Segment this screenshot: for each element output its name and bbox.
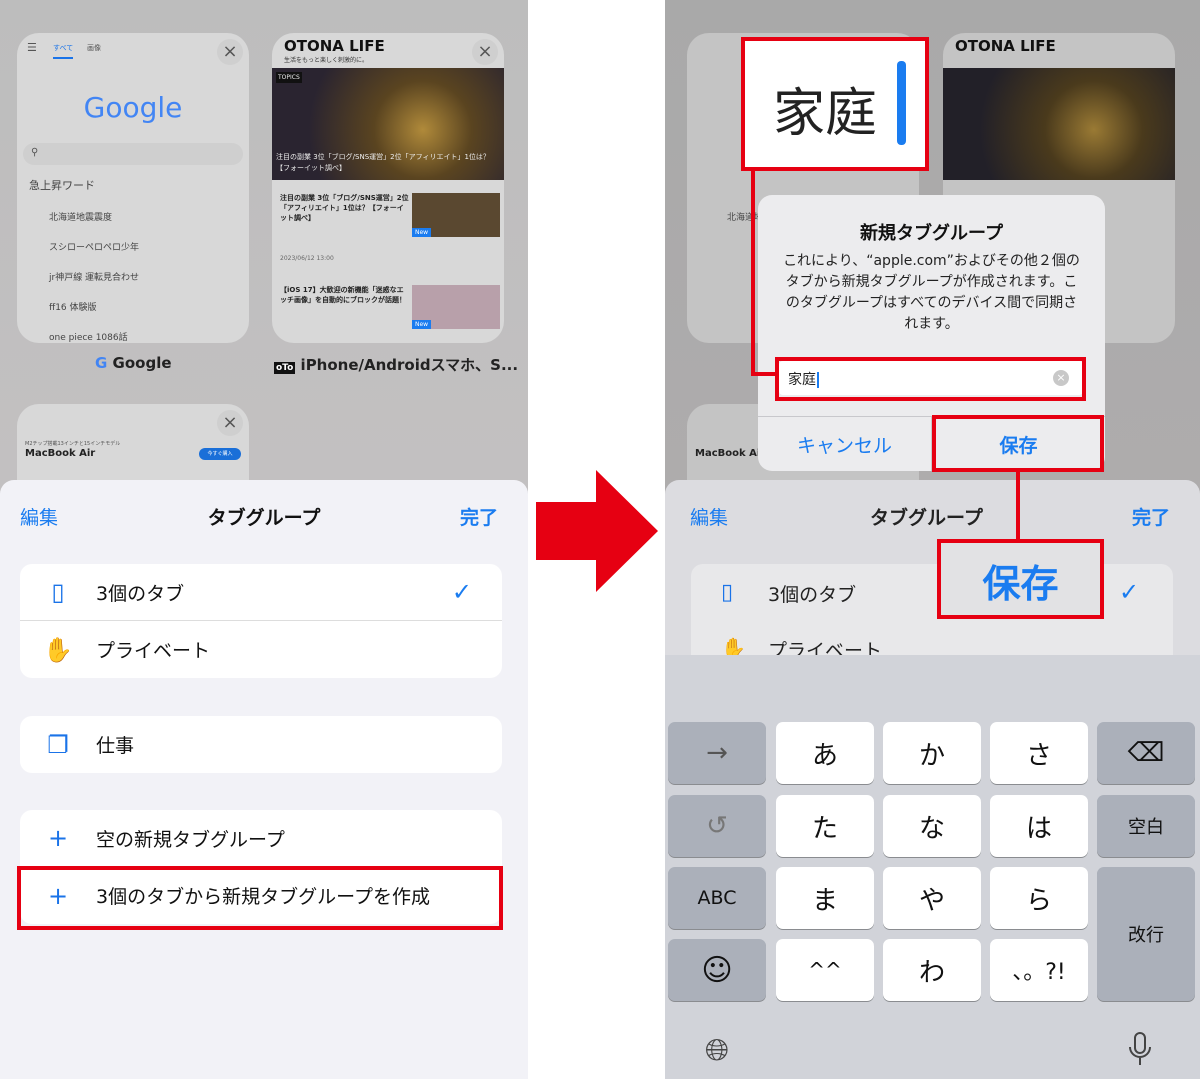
key[interactable]: は (990, 795, 1088, 857)
zoom-callout: 家庭 (741, 37, 929, 171)
abc-key[interactable]: ABC (668, 867, 766, 929)
trending-header: 急上昇ワード (29, 179, 95, 192)
tab-card-google[interactable]: ☰ すべて 画像 × Google ⚲ 急上昇ワード 北海道地震震度 スシローペ… (17, 33, 249, 343)
tab-title-google: G Google (95, 354, 172, 372)
tab-group-list: ▯ 3個のタブ ✓ ✋ プライベート (20, 564, 502, 678)
tagline: 生活をもっと楽しく刺激的に。 (284, 57, 369, 64)
trending-item: one piece 1086話 (49, 333, 128, 343)
close-tab-icon[interactable]: × (217, 410, 243, 436)
hero-image: TOPICS 注目の副業 3位「ブログ/SNS運営」2位「アフィリエイト」1位は… (272, 68, 504, 180)
search-icon: ⚲ (23, 143, 243, 165)
highlight-box (17, 866, 503, 930)
cancel-button[interactable]: キャンセル (758, 431, 931, 458)
done-button[interactable]: 完了 (1132, 503, 1170, 530)
return-key[interactable]: 改行 (1097, 867, 1195, 1001)
dialog-title: 新規タブグループ (860, 223, 1003, 244)
group-item-private[interactable]: ✋ プライベート (20, 621, 502, 678)
iphone-icon: ▯ (721, 580, 734, 605)
close-tab-icon[interactable]: × (217, 39, 243, 65)
tabs-icon: ❐ (47, 730, 69, 759)
article-thumb: New (412, 285, 500, 329)
right-screenshot: 北海道地震震度 OTONA LIFE MacBook Air 編集 タブグループ… (665, 0, 1200, 1079)
key[interactable]: か (883, 722, 981, 784)
tab-card-otona[interactable]: OTONA LIFE 生活をもっと楽しく刺激的に。 × TOPICS 注目の副業… (272, 33, 504, 343)
plus-icon: + (47, 824, 69, 852)
hand-icon: ✋ (43, 635, 73, 664)
article-title: 【iOS 17】大歓迎の新機能「迷惑なエッチ画像」を自動的にブロックが話題！ (280, 286, 406, 304)
tab-groups-sheet: 編集 タブグループ 完了 ▯ 3個のタブ ✓ ✋ プライベート ❐ 仕事 + 空の新規タブ… (0, 480, 528, 1079)
done-button[interactable]: 完了 (460, 503, 498, 530)
input-highlight (775, 357, 1086, 401)
trending-item: jr神戸線 運転見合わせ (49, 273, 140, 283)
key[interactable]: た (776, 795, 874, 857)
otona-logo: OTONA LIFE (284, 37, 385, 55)
key-next-icon[interactable]: → (668, 722, 766, 784)
microphone-icon[interactable] (1127, 1031, 1153, 1069)
group-item-work[interactable]: ❐ 仕事 (20, 716, 502, 773)
tab-images: 画像 (87, 44, 101, 52)
key[interactable]: わ (883, 939, 981, 1001)
arrow-right-icon (536, 470, 658, 592)
trending-item: 北海道地震震度 (49, 213, 113, 223)
apple-subtitle: M2チップ搭載13インチと15インチモデル (25, 441, 121, 447)
trending-item: スシローペロペロ少年 (49, 243, 140, 253)
buy-button: 今すぐ購入 (199, 448, 241, 460)
key[interactable]: ら (990, 867, 1088, 929)
checkmark-icon: ✓ (1119, 578, 1140, 606)
japanese-keyboard: → あ か さ ⌫ ↺ た な は 空白 ABC ま や ら 改行 ☺ ^^ わ… (665, 655, 1200, 1079)
tab-all: すべて (53, 43, 74, 59)
dialog-message: これにより、“apple.com”およびその他２個のタブから新規タブグループが作… (783, 253, 1080, 332)
article-date: 2023/06/12 13:00 (280, 255, 334, 262)
apple-title: MacBook Air (25, 448, 96, 459)
article-title: 注目の副業 3位「ブログ/SNS運営」2位「アフィリエイト」1位は？【フォーイッ… (280, 194, 409, 222)
iphone-icon: ▯ (51, 578, 65, 606)
key[interactable]: ま (776, 867, 874, 929)
emoji-icon[interactable]: ☺ (668, 939, 766, 1001)
article-thumb: New (412, 193, 500, 237)
tab-title-otona: oTo iPhone/Androidスマホ、S... (274, 356, 519, 374)
key[interactable]: 、。?! (990, 939, 1088, 1001)
left-screenshot: ☰ すべて 画像 × Google ⚲ 急上昇ワード 北海道地震震度 スシローペ… (0, 0, 528, 1079)
menu-icon: ☰ (27, 41, 37, 54)
group-item-3-tabs[interactable]: ▯ 3個のタブ ✓ (20, 564, 502, 621)
space-key[interactable]: 空白 (1097, 795, 1195, 857)
key[interactable]: や (883, 867, 981, 929)
save-callout: 保存 (937, 539, 1104, 619)
save-highlight (932, 415, 1104, 472)
globe-icon[interactable]: 🌐︎ (705, 1033, 729, 1068)
group-item-3-tabs[interactable]: 3個のタブ (768, 580, 856, 607)
key[interactable]: な (883, 795, 981, 857)
sheet-title: タブグループ (870, 507, 983, 529)
edit-button[interactable]: 編集 (690, 503, 728, 530)
key[interactable]: さ (990, 722, 1088, 784)
close-tab-icon[interactable]: × (472, 39, 498, 65)
undo-icon[interactable]: ↺ (668, 795, 766, 857)
key[interactable]: ^^ (776, 939, 874, 1001)
tab-groups-sheet-dimmed: 編集 タブグループ 完了 ▯ 3個のタブ ✓ ✋ プライベート (665, 480, 1200, 684)
new-empty-group[interactable]: + 空の新規タブグループ (20, 810, 502, 867)
otona-favicon: oTo (274, 362, 296, 374)
google-favicon: G (95, 354, 108, 372)
backspace-icon[interactable]: ⌫ (1097, 722, 1195, 784)
cursor (897, 61, 906, 145)
google-logo: Google (83, 91, 183, 124)
checkmark-icon: ✓ (451, 578, 472, 606)
sheet-title: タブグループ (207, 507, 321, 529)
trending-item: ff16 体験版 (49, 303, 97, 313)
key[interactable]: あ (776, 722, 874, 784)
saved-group-list: ❐ 仕事 (20, 716, 502, 773)
